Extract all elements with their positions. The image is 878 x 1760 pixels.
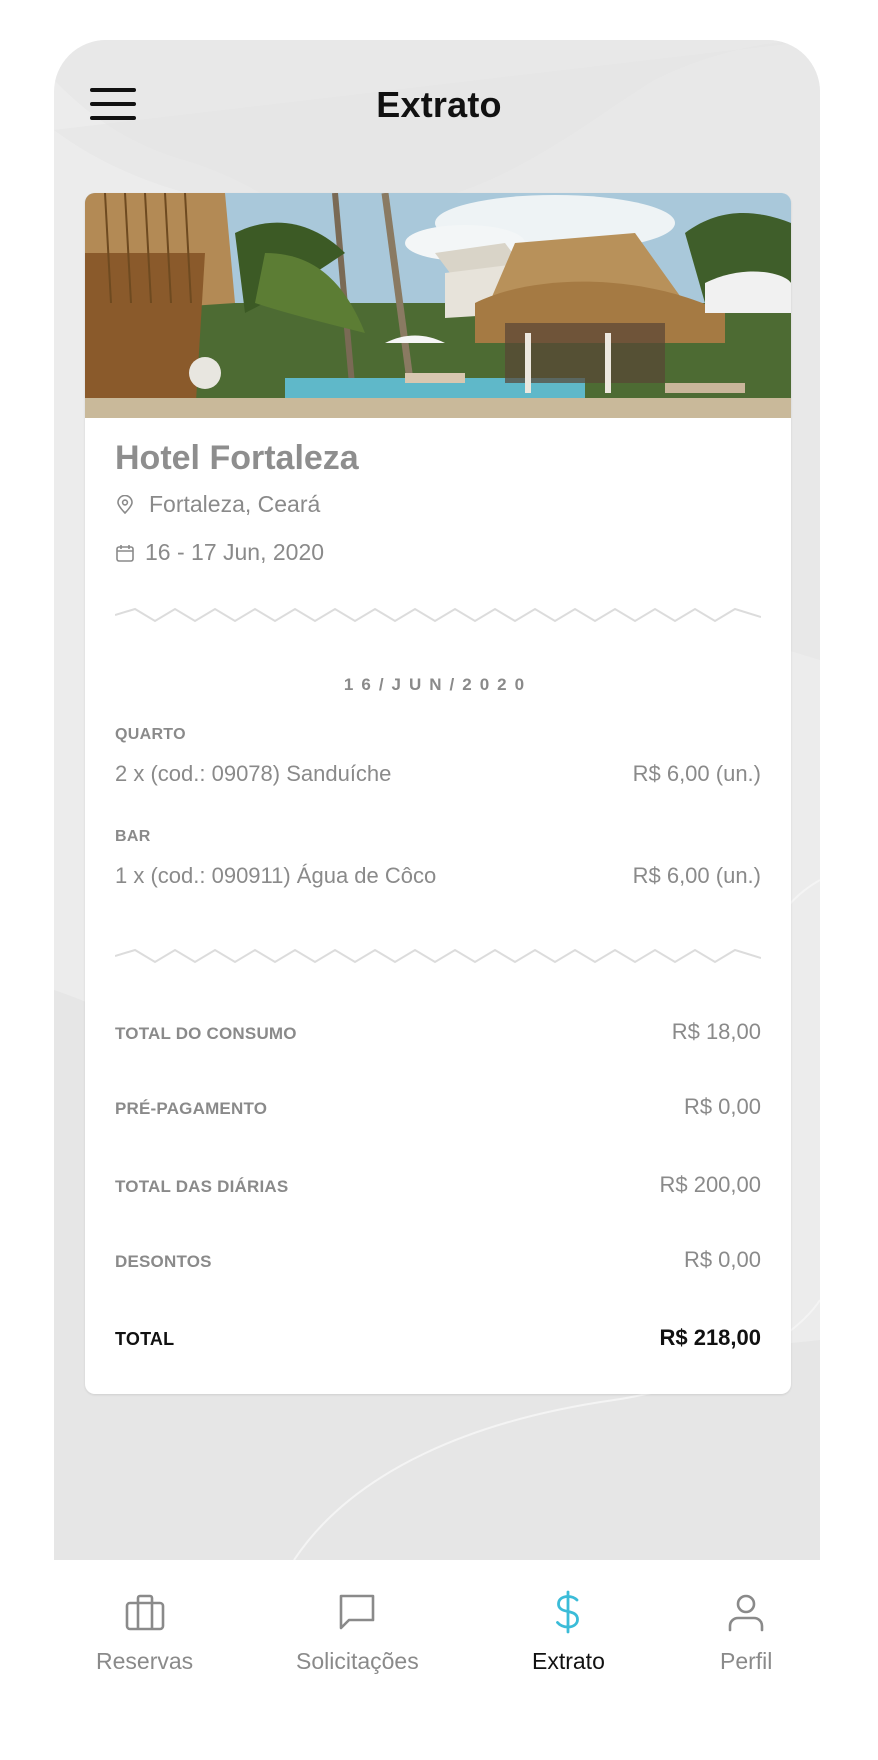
- hotel-location: Fortaleza, Ceará: [149, 491, 321, 517]
- summary-label: TOTAL DAS DIÁRIAS: [115, 1177, 289, 1196]
- summary-value: R$ 0,00: [683, 1247, 761, 1272]
- divider-zigzag: [115, 948, 761, 964]
- hotel-dates-row: 16 - 17 Jun, 2020: [115, 539, 324, 566]
- hotel-name: Hotel Fortaleza: [115, 439, 359, 477]
- summary-label: DESONTOS: [115, 1252, 212, 1271]
- item-description: 2 x (cod.: 09078) Sanduíche: [115, 761, 392, 786]
- tab-extrato[interactable]: Extrato: [532, 1590, 605, 1675]
- statement-item: 1 x (cod.: 090911) Água de Côco R$ 6,00 …: [115, 863, 761, 889]
- tab-label: Perfil: [720, 1648, 773, 1674]
- hotel-location-row: Fortaleza, Ceará: [115, 491, 320, 518]
- app-screen: Extrato Hotel Fortaleza Fortaleza, Ceará…: [0, 0, 878, 1760]
- summary-row-total: TOTAL R$ 218,00: [115, 1325, 761, 1351]
- user-icon: [728, 1594, 764, 1632]
- section-label-bar: BAR: [115, 828, 151, 845]
- tab-label: Extrato: [532, 1648, 605, 1674]
- calendar-icon: [116, 544, 134, 562]
- briefcase-icon: [125, 1594, 164, 1631]
- statement-item: 2 x (cod.: 09078) Sanduíche R$ 6,00 (un.…: [115, 761, 761, 787]
- page-title: Extrato: [376, 84, 502, 125]
- tab-solicitacoes[interactable]: Solicitações: [296, 1590, 419, 1675]
- bottom-tab-bar: Reservas Solicitações Extrato Perfil: [0, 1560, 878, 1760]
- tab-perfil[interactable]: Perfil: [720, 1590, 772, 1675]
- summary-row-descontos: DESONTOS R$ 0,00: [115, 1247, 761, 1273]
- chat-bubble-icon: [340, 1594, 375, 1630]
- summary-row-diarias: TOTAL DAS DIÁRIAS R$ 200,00: [115, 1172, 761, 1198]
- total-label: TOTAL: [115, 1329, 175, 1349]
- summary-label: PRÉ-PAGAMENTO: [115, 1099, 268, 1118]
- total-value: R$ 218,00: [659, 1325, 761, 1350]
- hotel-photo: [85, 193, 791, 418]
- item-description: 1 x (cod.: 090911) Água de Côco: [115, 863, 437, 888]
- item-price: R$ 6,00 (un.): [632, 761, 761, 786]
- divider-zigzag: [115, 607, 761, 623]
- statement-date: 16/JUN/2020: [343, 675, 533, 694]
- summary-label: TOTAL DO CONSUMO: [115, 1024, 297, 1043]
- summary-value: R$ 18,00: [671, 1019, 761, 1044]
- section-label-quarto: QUARTO: [115, 726, 186, 743]
- summary-value: R$ 200,00: [659, 1172, 761, 1197]
- tab-label: Solicitações: [296, 1648, 419, 1674]
- hotel-photo-illustration: [85, 193, 791, 418]
- hotel-dates: 16 - 17 Jun, 2020: [145, 539, 325, 565]
- summary-row-prepagamento: PRÉ-PAGAMENTO R$ 0,00: [115, 1094, 761, 1120]
- summary-value: R$ 0,00: [683, 1094, 761, 1119]
- tab-label: Reservas: [96, 1648, 194, 1674]
- summary-row-consumo: TOTAL DO CONSUMO R$ 18,00: [115, 1019, 761, 1045]
- dollar-icon: [556, 1590, 580, 1634]
- item-price: R$ 6,00 (un.): [632, 863, 761, 888]
- tab-reservas[interactable]: Reservas: [96, 1590, 193, 1675]
- statement-card: Hotel Fortaleza Fortaleza, Ceará 16 - 17…: [85, 193, 791, 1394]
- map-pin-icon: [117, 494, 133, 514]
